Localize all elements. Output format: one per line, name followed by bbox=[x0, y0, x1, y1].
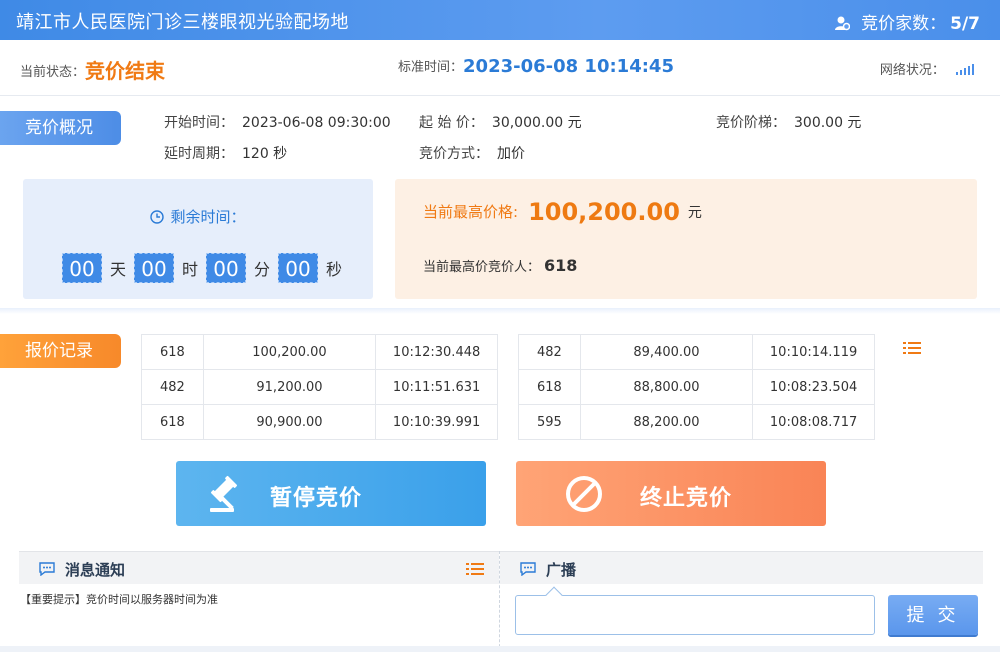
highest-bidder: 当前最高价竞价人： 618 bbox=[423, 256, 577, 275]
countdown-label: 剩余时间： bbox=[23, 206, 373, 227]
price-cell: 88,800.00 bbox=[579, 369, 754, 405]
clock-icon bbox=[150, 210, 165, 224]
bid-step-label: 竞价阶梯： bbox=[716, 115, 786, 131]
bidder-count: 竞价家数： 5/7 bbox=[834, 9, 980, 34]
standard-time-value: 2023-06-08 10:14:45 bbox=[463, 56, 674, 77]
countdown-digits: 00 天 00 时 00 分 00 秒 bbox=[62, 253, 350, 283]
time-cell: 10:12:30.448 bbox=[375, 334, 498, 370]
countdown-hours: 00 bbox=[134, 253, 174, 283]
bidder-cell: 618 bbox=[518, 369, 581, 405]
bid-mode: 竞价方式： 加价 bbox=[419, 143, 525, 163]
stop-bidding-button[interactable]: 终止竞价 bbox=[516, 461, 826, 526]
standard-time: 标准时间：2023-06-08 10:14:45 bbox=[398, 56, 674, 77]
current-state: 当前状态：竞价结束 bbox=[20, 55, 165, 84]
pause-bidding-button[interactable]: 暂停竞价 bbox=[176, 461, 486, 526]
delay-period-value: 120 秒 bbox=[242, 146, 288, 162]
bidder-count-value: 5/7 bbox=[950, 14, 980, 34]
current-state-label: 当前状态： bbox=[20, 65, 86, 80]
submit-button[interactable]: 提 交 bbox=[888, 595, 978, 635]
signal-icon bbox=[956, 64, 974, 75]
countdown-label-text: 剩余时间： bbox=[170, 208, 246, 226]
price-cell: 89,400.00 bbox=[579, 334, 754, 370]
current-state-value: 竞价结束 bbox=[85, 59, 166, 83]
chat-icon bbox=[520, 562, 536, 576]
table-row: 618 100,200.00 10:12:30.448 bbox=[141, 334, 498, 370]
user-icon bbox=[834, 16, 850, 31]
gavel-icon bbox=[210, 475, 238, 512]
list-icon[interactable] bbox=[466, 562, 484, 576]
bid-step: 竞价阶梯： 300.00 元 bbox=[716, 112, 861, 132]
time-cell: 10:08:08.717 bbox=[752, 404, 875, 440]
broadcast-title: 广播 bbox=[546, 561, 577, 579]
bid-mode-value: 加价 bbox=[497, 146, 525, 162]
countdown-seconds: 00 bbox=[278, 253, 318, 283]
highest-bidder-label: 当前最高价竞价人： bbox=[423, 260, 541, 275]
countdown-seconds-unit: 秒 bbox=[325, 260, 342, 279]
bottom-border bbox=[0, 646, 1000, 652]
highest-price: 当前最高价格: 100,200.00 元 bbox=[423, 198, 702, 226]
network-status-label: 网络状况： bbox=[879, 63, 945, 78]
notice-message: 【重要提示】竞价时间以服务器时间为准 bbox=[20, 593, 218, 606]
bidder-cell: 618 bbox=[141, 334, 204, 370]
start-time-label: 开始时间： bbox=[164, 115, 234, 131]
bidder-cell: 482 bbox=[518, 334, 581, 370]
app-header: 靖江市人民医院门诊三楼眼视光验配场地 竞价家数： 5/7 bbox=[0, 0, 1000, 40]
list-icon[interactable] bbox=[903, 341, 921, 355]
section-divider bbox=[0, 308, 1000, 314]
price-cell: 88,200.00 bbox=[579, 404, 754, 440]
time-cell: 10:11:51.631 bbox=[375, 369, 498, 405]
table-row: 482 91,200.00 10:11:51.631 bbox=[141, 369, 498, 405]
table-row: 618 90,900.00 10:10:39.991 bbox=[141, 404, 498, 440]
start-time: 开始时间： 2023-06-08 09:30:00 bbox=[164, 112, 391, 132]
bidder-cell: 595 bbox=[518, 404, 581, 440]
delay-period: 延时周期： 120 秒 bbox=[164, 143, 287, 163]
bidder-cell: 482 bbox=[141, 369, 204, 405]
stop-bidding-label: 终止竞价 bbox=[640, 486, 733, 511]
pause-bidding-label: 暂停竞价 bbox=[270, 486, 363, 511]
base-price-value: 30,000.00 元 bbox=[491, 115, 582, 131]
countdown-hours-unit: 时 bbox=[181, 260, 198, 279]
bidder-cell: 618 bbox=[141, 404, 204, 440]
page-title: 靖江市人民医院门诊三楼眼视光验配场地 bbox=[16, 12, 349, 33]
time-cell: 10:10:39.991 bbox=[375, 404, 498, 440]
highest-price-panel: 当前最高价格: 100,200.00 元 当前最高价竞价人： 618 bbox=[395, 179, 977, 299]
price-cell: 100,200.00 bbox=[202, 334, 377, 370]
countdown-days-unit: 天 bbox=[109, 260, 126, 279]
table-row: 482 89,400.00 10:10:14.119 bbox=[518, 334, 875, 370]
highest-price-value: 100,200.00 bbox=[528, 198, 680, 226]
time-cell: 10:08:23.504 bbox=[752, 369, 875, 405]
price-cell: 91,200.00 bbox=[202, 369, 377, 405]
bid-step-value: 300.00 元 bbox=[794, 115, 862, 131]
delay-period-label: 延时周期： bbox=[164, 146, 234, 162]
prohibit-icon bbox=[566, 476, 602, 512]
broadcast-input[interactable] bbox=[515, 595, 875, 635]
countdown-minutes: 00 bbox=[206, 253, 246, 283]
chat-icon bbox=[39, 562, 55, 576]
countdown-days: 00 bbox=[62, 253, 102, 283]
countdown-panel: 剩余时间： 00 天 00 时 00 分 00 秒 bbox=[23, 179, 373, 299]
network-status: 网络状况： bbox=[880, 59, 976, 78]
base-price-label: 起 始 价： bbox=[419, 115, 484, 131]
table-row: 618 88,800.00 10:08:23.504 bbox=[518, 369, 875, 405]
notice-header: 消息通知 bbox=[19, 551, 499, 584]
records-table-left: 618 100,200.00 10:12:30.448 482 91,200.0… bbox=[141, 334, 498, 440]
notice-title: 消息通知 bbox=[65, 561, 126, 579]
highest-bidder-value: 618 bbox=[544, 256, 578, 275]
base-price: 起 始 价： 30,000.00 元 bbox=[419, 112, 582, 132]
overview-tag: 竞价概况 bbox=[0, 111, 121, 145]
bid-mode-label: 竞价方式： bbox=[419, 146, 489, 162]
countdown-minutes-unit: 分 bbox=[253, 260, 270, 279]
time-cell: 10:10:14.119 bbox=[752, 334, 875, 370]
highest-price-unit: 元 bbox=[687, 205, 702, 221]
standard-time-label: 标准时间： bbox=[398, 60, 464, 75]
records-table-right: 482 89,400.00 10:10:14.119 618 88,800.00… bbox=[518, 334, 875, 440]
bidder-count-label: 竞价家数： bbox=[861, 14, 947, 34]
records-tag: 报价记录 bbox=[0, 334, 121, 368]
broadcast-header: 广播 bbox=[500, 551, 983, 584]
table-row: 595 88,200.00 10:08:08.717 bbox=[518, 404, 875, 440]
highest-price-label: 当前最高价格: bbox=[423, 203, 519, 221]
start-time-value: 2023-06-08 09:30:00 bbox=[242, 115, 391, 131]
price-cell: 90,900.00 bbox=[202, 404, 377, 440]
status-bar: 当前状态：竞价结束 标准时间：2023-06-08 10:14:45 网络状况： bbox=[0, 40, 1000, 96]
